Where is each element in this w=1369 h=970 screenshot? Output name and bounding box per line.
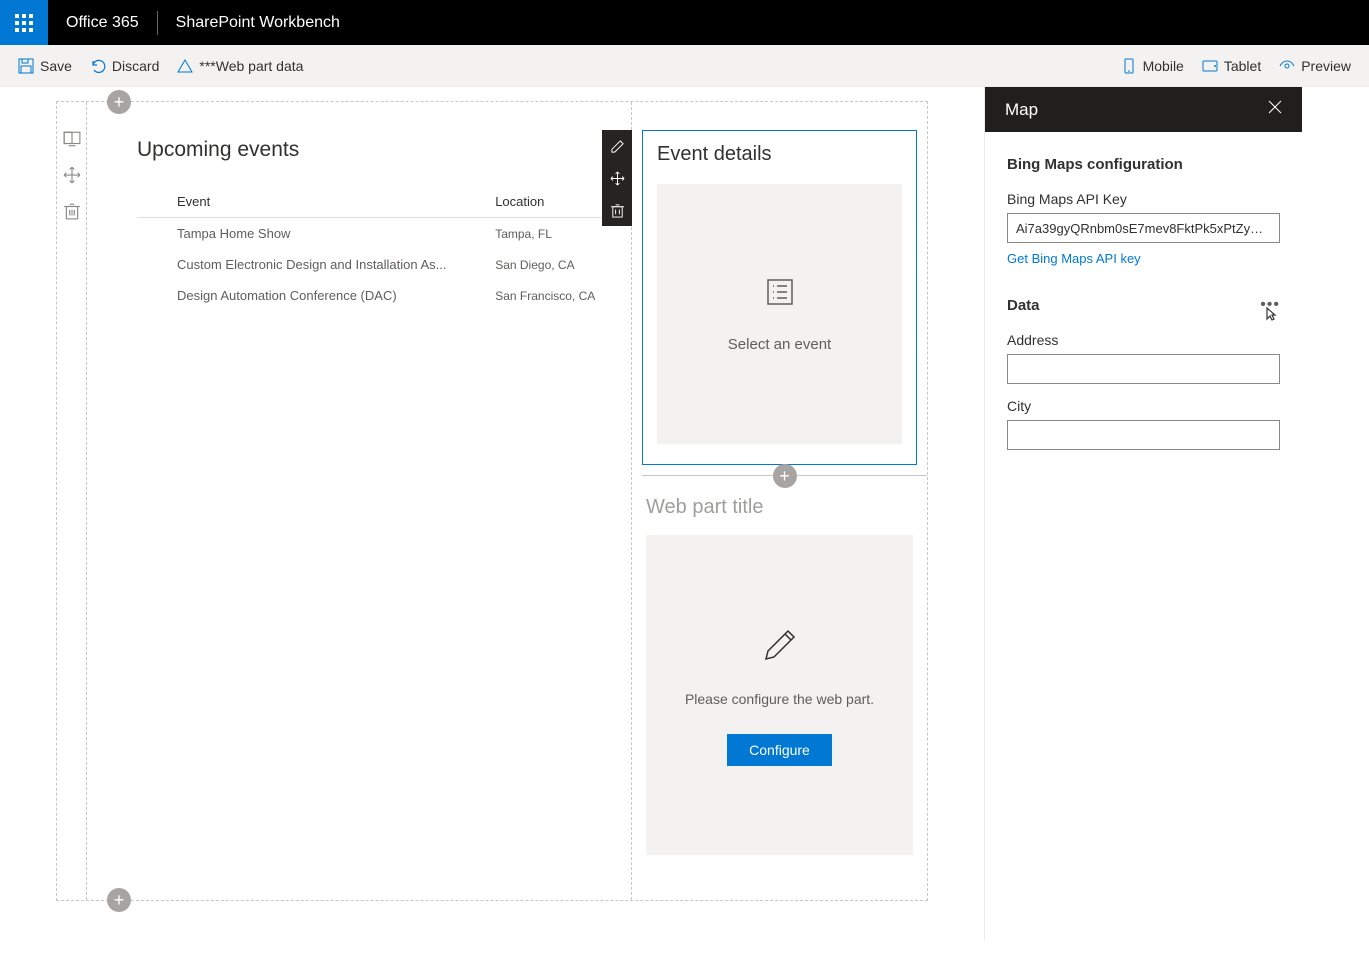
discard-label: Discard bbox=[112, 58, 159, 74]
event-details-placeholder: Select an event bbox=[657, 184, 902, 444]
address-input[interactable] bbox=[1007, 354, 1280, 384]
event-details-title: Event details bbox=[657, 143, 902, 166]
city-input[interactable] bbox=[1007, 420, 1280, 450]
app-title: SharePoint Workbench bbox=[168, 14, 340, 32]
cursor-icon bbox=[1262, 306, 1278, 322]
move-icon bbox=[610, 171, 625, 186]
save-icon bbox=[18, 58, 34, 74]
table-row[interactable]: Design Automation Conference (DAC) San F… bbox=[137, 280, 611, 311]
webpart-title-placeholder[interactable]: Web part title bbox=[646, 496, 917, 519]
mobile-button[interactable]: Mobile bbox=[1121, 58, 1184, 74]
webpart-toolbar bbox=[602, 130, 632, 226]
edit-webpart-button[interactable] bbox=[602, 130, 632, 162]
move-webpart-button[interactable] bbox=[602, 162, 632, 194]
data-group-title: Data bbox=[1007, 297, 1040, 314]
map-webpart: Please configure the web part. Configure bbox=[646, 535, 913, 855]
add-section-top[interactable]: + bbox=[107, 90, 131, 114]
pencil-large-icon bbox=[760, 625, 800, 665]
list-icon bbox=[764, 276, 796, 308]
close-pane-button[interactable] bbox=[1268, 100, 1282, 119]
event-details-webpart[interactable]: Event details Select an event bbox=[642, 130, 917, 465]
tablet-label: Tablet bbox=[1224, 58, 1261, 74]
configure-button[interactable]: Configure bbox=[727, 734, 832, 766]
preview-label: Preview bbox=[1301, 58, 1351, 74]
webpart-data-label: ***Web part data bbox=[199, 58, 303, 74]
discard-button[interactable]: Discard bbox=[90, 58, 159, 74]
more-options-button[interactable]: ••• bbox=[1260, 296, 1280, 314]
app-launcher-button[interactable] bbox=[0, 0, 48, 45]
save-label: Save bbox=[40, 58, 72, 74]
placeholder-text: Select an event bbox=[728, 336, 831, 353]
address-label: Address bbox=[1007, 332, 1280, 348]
section-delete-icon[interactable] bbox=[63, 202, 81, 220]
tablet-button[interactable]: Tablet bbox=[1202, 58, 1261, 74]
city-label: City bbox=[1007, 398, 1280, 414]
api-key-label: Bing Maps API Key bbox=[1007, 191, 1280, 207]
config-group-title: Bing Maps configuration bbox=[1007, 156, 1280, 173]
section-layout-icon[interactable] bbox=[63, 130, 81, 148]
col-event: Event bbox=[137, 186, 495, 218]
get-api-key-link[interactable]: Get Bing Maps API key bbox=[1007, 251, 1141, 266]
pencil-icon bbox=[610, 139, 625, 154]
preview-button[interactable]: Preview bbox=[1279, 58, 1351, 74]
section-move-icon[interactable] bbox=[63, 166, 81, 184]
preview-icon bbox=[1279, 58, 1295, 74]
add-section-bottom[interactable]: + bbox=[107, 888, 131, 912]
undo-icon bbox=[90, 58, 106, 74]
col-location: Location bbox=[495, 186, 611, 218]
table-row[interactable]: Custom Electronic Design and Installatio… bbox=[137, 249, 611, 280]
events-table: Event Location Tampa Home Show Tampa, FL… bbox=[137, 186, 611, 311]
waffle-icon bbox=[15, 14, 33, 32]
product-title: Office 365 bbox=[48, 14, 157, 32]
api-key-input[interactable] bbox=[1007, 213, 1280, 243]
warning-icon bbox=[177, 58, 193, 74]
tablet-icon bbox=[1202, 58, 1218, 74]
table-row[interactable]: Tampa Home Show Tampa, FL bbox=[137, 218, 611, 250]
divider bbox=[157, 11, 158, 35]
configure-message: Please configure the web part. bbox=[685, 689, 874, 710]
delete-webpart-button[interactable] bbox=[602, 194, 632, 226]
pane-title: Map bbox=[1005, 100, 1268, 120]
mobile-icon bbox=[1121, 58, 1137, 74]
trash-icon bbox=[610, 203, 625, 218]
save-button[interactable]: Save bbox=[18, 58, 72, 74]
close-icon bbox=[1268, 100, 1282, 114]
webpart-data-button[interactable]: ***Web part data bbox=[177, 58, 303, 74]
add-webpart-button[interactable]: + bbox=[773, 464, 797, 488]
events-title: Upcoming events bbox=[137, 138, 611, 162]
mobile-label: Mobile bbox=[1143, 58, 1184, 74]
